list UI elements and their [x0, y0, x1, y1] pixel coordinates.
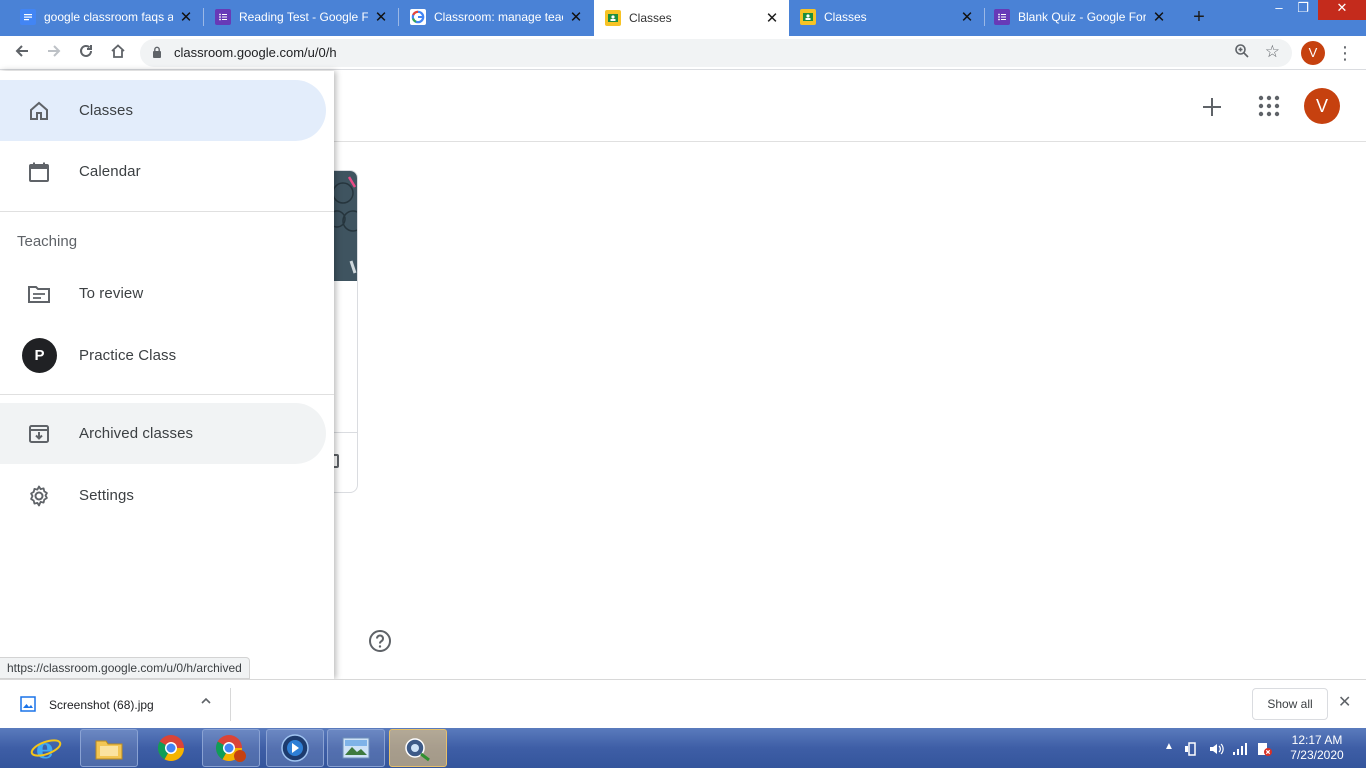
bookmark-star-icon[interactable]: ☆ — [1265, 42, 1280, 62]
volume-icon[interactable] — [1208, 741, 1224, 760]
home-icon — [27, 99, 51, 123]
photo-viewer-icon[interactable] — [327, 729, 385, 767]
gear-icon — [27, 484, 51, 508]
nav-item-archived-classes[interactable]: Archived classes — [0, 403, 326, 464]
nav-item-settings[interactable]: Settings — [0, 465, 326, 526]
tab-close-icon[interactable]: ✕ — [765, 9, 779, 27]
chrome-icon[interactable] — [142, 729, 200, 767]
nav-item-label: Settings — [79, 487, 134, 504]
browser-profile-avatar[interactable]: V — [1301, 41, 1325, 65]
tab-close-icon[interactable]: ✕ — [179, 8, 193, 26]
taskbar-clock[interactable]: 12:17 AM 7/23/2020 — [1284, 733, 1350, 763]
browser-tab-0[interactable]: google classroom faqs a ✕ — [0, 0, 203, 34]
new-tab-button[interactable]: + — [1188, 6, 1210, 28]
browser-tab-5[interactable]: Blank Quiz - Google For ✕ — [985, 0, 1176, 34]
url-text: classroom.google.com/u/0/h — [174, 45, 337, 60]
tab-title: Classes — [824, 10, 867, 24]
download-shelf: Screenshot (68).jpg Show all ✕ — [0, 679, 1366, 728]
classroom-icon — [605, 10, 621, 26]
nav-item-practice-class[interactable]: P Practice Class — [0, 325, 326, 386]
zoom-icon[interactable] — [1234, 43, 1250, 64]
show-hidden-icons-icon[interactable]: ▲ — [1164, 741, 1174, 752]
help-icon[interactable] — [368, 629, 392, 653]
minimize-icon[interactable]: – — [1268, 0, 1290, 20]
calendar-icon — [27, 160, 51, 184]
section-title-teaching: Teaching — [17, 233, 78, 250]
nav-item-label: Classes — [79, 102, 134, 119]
browser-tab-3[interactable]: Classes ✕ — [594, 0, 789, 36]
home-button-icon[interactable] — [106, 41, 130, 65]
show-all-button[interactable]: Show all — [1252, 688, 1328, 720]
forward-icon[interactable] — [42, 41, 66, 65]
chevron-up-icon[interactable] — [200, 695, 212, 710]
back-icon[interactable] — [10, 41, 34, 65]
lock-icon — [153, 46, 161, 58]
browser-toolbar: classroom.google.com/u/0/h ☆ V ⋮ — [0, 36, 1366, 70]
tab-title: google classroom faqs a — [44, 10, 173, 24]
browser-tab-1[interactable]: Reading Test - Google Fo ✕ — [204, 0, 398, 34]
image-file-icon — [20, 696, 36, 712]
drawer-divider — [0, 211, 334, 212]
google-apps-icon[interactable] — [1256, 93, 1282, 119]
download-file-name: Screenshot (68).jpg — [49, 698, 154, 712]
nav-item-label: To review — [79, 285, 144, 302]
address-bar[interactable]: classroom.google.com/u/0/h ☆ — [140, 39, 1292, 67]
forms-icon — [215, 9, 231, 25]
tab-close-icon[interactable]: ✕ — [960, 8, 974, 26]
nav-item-to-review[interactable]: To review — [0, 263, 326, 324]
nav-item-classes[interactable]: Classes — [0, 80, 326, 141]
clock-date: 7/23/2020 — [1290, 748, 1344, 762]
media-player-icon[interactable] — [266, 729, 324, 767]
network-signal-icon[interactable] — [1232, 741, 1248, 760]
device-icon[interactable] — [1184, 741, 1200, 760]
close-window-icon[interactable]: ✕ — [1318, 0, 1366, 20]
forms-icon — [994, 9, 1010, 25]
tab-close-icon[interactable]: ✕ — [1152, 8, 1166, 26]
tab-title: Classes — [629, 11, 672, 25]
file-explorer-icon[interactable] — [80, 729, 138, 767]
drawer-divider — [0, 394, 334, 395]
navigation-drawer: Classes Calendar Teaching To review P Pr… — [0, 71, 334, 679]
tab-close-icon[interactable]: ✕ — [569, 8, 583, 26]
tab-title: Reading Test - Google Fo — [239, 10, 368, 24]
classroom-icon — [800, 9, 816, 25]
nav-item-label: Calendar — [79, 163, 141, 180]
action-center-icon[interactable] — [1256, 741, 1272, 760]
account-avatar[interactable]: V — [1304, 88, 1340, 124]
to-review-icon — [27, 282, 51, 306]
download-item[interactable]: Screenshot (68).jpg — [0, 688, 231, 721]
nav-item-label: Practice Class — [79, 347, 177, 364]
google-icon — [410, 9, 426, 25]
tab-close-icon[interactable]: ✕ — [374, 8, 388, 26]
windows-taskbar: e ▲ 12:17 AM 7/23/2020 — [0, 728, 1366, 768]
close-icon[interactable]: ✕ — [1338, 692, 1351, 712]
svg-text:e: e — [36, 733, 54, 763]
chrome-profile-icon[interactable] — [202, 729, 260, 767]
nav-item-label: Archived classes — [79, 425, 194, 442]
docs-icon — [20, 9, 36, 25]
nav-item-calendar[interactable]: Calendar — [0, 141, 326, 202]
tab-title: Classroom: manage teac — [434, 10, 563, 24]
internet-explorer-icon[interactable]: e — [16, 729, 76, 767]
tab-title: Blank Quiz - Google For — [1018, 10, 1146, 24]
status-bar-url: https://classroom.google.com/u/0/h/archi… — [0, 657, 250, 679]
browser-tab-4[interactable]: Classes ✕ — [789, 0, 984, 34]
snipping-tool-icon[interactable] — [389, 729, 447, 767]
create-class-plus-icon[interactable] — [1198, 93, 1226, 121]
class-avatar: P — [22, 338, 57, 373]
browser-tab-strip: google classroom faqs a ✕ Reading Test -… — [0, 0, 1366, 36]
restore-icon[interactable]: ❐ — [1292, 0, 1314, 20]
reload-icon[interactable] — [74, 41, 98, 65]
browser-menu-icon[interactable]: ⋮ — [1336, 41, 1354, 65]
clock-time: 12:17 AM — [1291, 733, 1343, 747]
browser-tab-2[interactable]: Classroom: manage teac ✕ — [399, 0, 593, 34]
archive-icon — [27, 422, 51, 446]
